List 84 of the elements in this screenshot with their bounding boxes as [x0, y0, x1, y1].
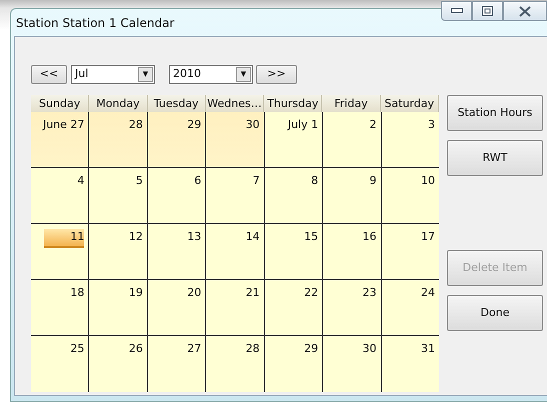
- day-cell[interactable]: 9: [323, 168, 382, 223]
- day-number: 16: [362, 229, 377, 245]
- day-number: June 27: [42, 117, 84, 133]
- day-cell[interactable]: 30: [206, 112, 265, 167]
- day-number: 17: [420, 229, 435, 245]
- close-button[interactable]: [503, 1, 547, 21]
- day-number: 29: [304, 341, 318, 357]
- day-number: 14: [246, 229, 260, 245]
- day-number: 22: [304, 285, 318, 301]
- day-cell[interactable]: 25: [31, 336, 90, 392]
- day-cell[interactable]: 13: [148, 224, 206, 279]
- day-cell[interactable]: 14: [206, 224, 265, 279]
- day-cell[interactable]: 30: [323, 336, 382, 392]
- close-icon: [519, 6, 531, 16]
- day-number: 27: [187, 341, 202, 357]
- day-number: 25: [70, 341, 84, 357]
- day-number: 3: [428, 117, 435, 133]
- day-number: 13: [187, 229, 202, 245]
- day-cell[interactable]: 2: [323, 112, 382, 167]
- day-number: 4: [77, 173, 84, 189]
- minimize-icon: [450, 8, 462, 14]
- day-cell[interactable]: 18: [31, 280, 90, 335]
- day-cell[interactable]: 22: [264, 280, 324, 335]
- day-number: 2: [370, 117, 377, 133]
- maximize-button[interactable]: [472, 1, 503, 21]
- day-number: 19: [128, 285, 143, 301]
- day-number: 15: [304, 229, 318, 245]
- day-number: 5: [136, 173, 143, 189]
- day-cell[interactable]: 29: [264, 336, 324, 392]
- day-cell[interactable]: 24: [382, 280, 439, 335]
- action-button[interactable]: Done: [447, 295, 543, 331]
- year-value: 2010: [173, 66, 201, 82]
- day-cell[interactable]: 26: [89, 336, 148, 392]
- day-cell[interactable]: 7: [206, 168, 265, 223]
- day-number: 21: [246, 285, 260, 301]
- day-cell[interactable]: 28: [89, 112, 148, 167]
- day-number: 28: [246, 341, 260, 357]
- day-number: 28: [128, 117, 143, 133]
- previous-button[interactable]: <<: [31, 65, 67, 84]
- day-cell[interactable]: 23: [323, 280, 382, 335]
- day-cell[interactable]: 10: [382, 168, 439, 223]
- day-number: 29: [187, 117, 202, 133]
- day-number: 26: [128, 341, 143, 357]
- day-number: 18: [70, 285, 84, 301]
- day-cell[interactable]: 28: [206, 336, 265, 392]
- day-number: July 1: [288, 117, 318, 133]
- day-cell[interactable]: June 27: [31, 112, 90, 167]
- day-number: 8: [311, 173, 318, 189]
- month-value: Jul: [75, 66, 88, 82]
- day-number: 20: [187, 285, 202, 301]
- day-number: 31: [420, 341, 435, 357]
- day-cell[interactable]: 11: [31, 224, 90, 279]
- day-cell[interactable]: 4: [31, 168, 90, 223]
- day-cell[interactable]: 3: [382, 112, 439, 167]
- day-cell[interactable]: 19: [89, 280, 148, 335]
- day-number: 7: [252, 173, 260, 189]
- action-button[interactable]: RWT: [447, 140, 543, 176]
- day-cell[interactable]: 6: [148, 168, 206, 223]
- day-cell[interactable]: 12: [89, 224, 148, 279]
- day-cell[interactable]: 20: [148, 280, 206, 335]
- day-cell[interactable]: 15: [264, 224, 324, 279]
- day-number: 10: [420, 173, 435, 189]
- next-button[interactable]: >>: [256, 65, 297, 84]
- minimize-button[interactable]: [441, 1, 472, 21]
- window-title: Station Station 1 Calendar: [16, 14, 174, 32]
- day-cell[interactable]: 17: [382, 224, 439, 279]
- day-cell[interactable]: 31: [382, 336, 439, 392]
- maximize-icon: [482, 6, 493, 16]
- day-number: 30: [246, 117, 260, 133]
- day-cell[interactable]: 8: [264, 168, 324, 223]
- day-number: 23: [362, 285, 377, 301]
- day-cell[interactable]: 29: [148, 112, 206, 167]
- day-number: 30: [362, 341, 377, 357]
- day-cell[interactable]: 27: [148, 336, 206, 392]
- day-cell[interactable]: 21: [206, 280, 265, 335]
- day-number: 6: [194, 173, 202, 189]
- day-number: 11: [44, 229, 84, 248]
- day-number: 24: [420, 285, 435, 301]
- day-number: 12: [128, 229, 143, 245]
- day-number: 9: [370, 173, 377, 189]
- day-cell[interactable]: July 1: [264, 112, 324, 167]
- action-button[interactable]: Station Hours: [447, 95, 543, 131]
- day-cell[interactable]: 5: [89, 168, 148, 223]
- day-cell[interactable]: 16: [323, 224, 382, 279]
